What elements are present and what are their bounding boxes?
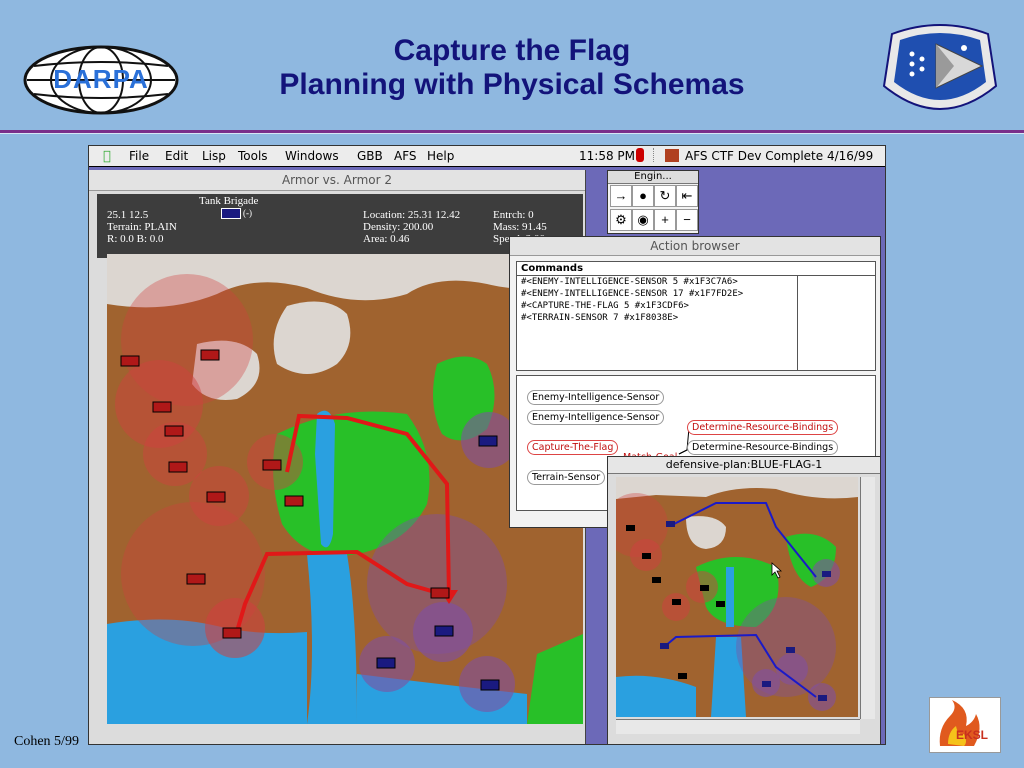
menu-lisp[interactable]: Lisp <box>202 149 226 163</box>
unit-location: Location: 25.31 12.42 <box>363 209 461 221</box>
defensive-plan-map[interactable] <box>616 477 858 717</box>
step-forward-icon[interactable]: → <box>610 185 632 207</box>
mac-screen:  File Edit Lisp Tools Windows GBB AFS H… <box>88 145 886 745</box>
engine-palette: Engin... → ● ↻ ⇤ ⚙ ◉ + − <box>607 170 699 234</box>
node-enemy-intelligence-sensor-1[interactable]: Enemy-Intelligence-Sensor <box>527 390 665 405</box>
air-force-lab-logo <box>878 14 1002 128</box>
unit-area: Area: 0.46 <box>363 233 410 245</box>
menu-app-title[interactable]: AFS CTF Dev Complete 4/16/99 <box>685 149 873 163</box>
defensive-plan-window: defensive-plan:BLUE-FLAG-1 <box>607 456 881 744</box>
command-item[interactable]: #<CAPTURE-THE-FLAG 5 #x1F3CDF6> <box>517 300 797 312</box>
loop-icon[interactable]: ↻ <box>654 185 676 207</box>
commands-pane: Commands #<ENEMY-INTELLIGENCE-SENSOR 5 #… <box>516 261 876 371</box>
node-terrain-sensor[interactable]: Terrain-Sensor <box>527 470 606 485</box>
inspector-icon[interactable]: ⚙ <box>610 209 632 231</box>
unit-terrain: Terrain: PLAIN <box>107 221 177 233</box>
defensive-plan-title[interactable]: defensive-plan:BLUE-FLAG-1 <box>608 457 880 474</box>
header-divider-highlight <box>0 133 1024 134</box>
vertical-scrollbar[interactable] <box>860 477 875 719</box>
node-enemy-intelligence-sensor-2[interactable]: Enemy-Intelligence-Sensor <box>527 410 665 425</box>
unit-rb: R: 0.0 B: 0.0 <box>107 233 164 245</box>
apple-menu-icon[interactable]:  <box>103 149 111 164</box>
app-icon[interactable] <box>665 149 679 162</box>
eksl-logo: EKSL <box>929 697 1001 753</box>
armor-window-title[interactable]: Armor vs. Armor 2 <box>89 170 585 191</box>
unit-entrch: Entrch: 0 <box>493 209 534 221</box>
node-determine-resource-bindings-1[interactable]: Determine-Resource-Bindings <box>687 420 839 435</box>
menu-help[interactable]: Help <box>427 149 454 163</box>
radar-icon[interactable]: ◉ <box>632 209 654 231</box>
engine-palette-title[interactable]: Engin... <box>608 171 698 184</box>
menu-separator <box>653 148 664 162</box>
menu-windows[interactable]: Windows <box>285 149 339 163</box>
eksl-logo-text: EKSL <box>956 728 989 742</box>
unit-density: Density: 200.00 <box>363 221 434 233</box>
horizontal-scrollbar[interactable] <box>616 719 860 734</box>
stop-icon[interactable]: ● <box>632 185 654 207</box>
command-item[interactable]: #<TERRAIN-SENSOR 7 #x1F8038E> <box>517 312 797 324</box>
unit-symbol-icon <box>221 208 241 219</box>
commands-list: #<ENEMY-INTELLIGENCE-SENSOR 5 #x1F3C7A6>… <box>517 276 798 370</box>
slide-title-line1: Capture the Flag <box>393 34 631 67</box>
slide-title-line2: Planning with Physical Schemas <box>279 68 745 101</box>
armor-window-bottom-bar <box>89 726 585 744</box>
rewind-icon[interactable]: ⇤ <box>676 185 698 207</box>
commands-label: Commands <box>517 262 875 276</box>
slide-footer: Cohen 5/99 <box>14 734 79 749</box>
menu-tools[interactable]: Tools <box>238 149 268 163</box>
slide-title: Capture the Flag Planning with Physical … <box>0 34 1024 102</box>
command-item[interactable]: #<ENEMY-INTELLIGENCE-SENSOR 5 #x1F3C7A6> <box>517 276 797 288</box>
menu-clock[interactable]: 11:58 PM <box>579 149 635 163</box>
command-item[interactable]: #<ENEMY-INTELLIGENCE-SENSOR 17 #x1F7FD2E… <box>517 288 797 300</box>
menu-edit[interactable]: Edit <box>165 149 188 163</box>
node-determine-resource-bindings-2[interactable]: Determine-Resource-Bindings <box>687 440 839 455</box>
unit-name: Tank Brigade <box>199 195 259 207</box>
unit-coords: 25.1 12.5 <box>107 209 149 221</box>
zoom-out-icon[interactable]: − <box>676 209 698 231</box>
action-browser-title[interactable]: Action browser <box>510 237 880 256</box>
menu-bar:  File Edit Lisp Tools Windows GBB AFS H… <box>89 146 885 167</box>
menu-gbb[interactable]: GBB <box>357 149 383 163</box>
unit-mass: Mass: 91.45 <box>493 221 547 233</box>
node-capture-the-flag[interactable]: Capture-The-Flag <box>527 440 619 455</box>
unit-tag: (-) <box>243 208 252 218</box>
menu-file[interactable]: File <box>129 149 149 163</box>
menu-afs[interactable]: AFS <box>394 149 417 163</box>
thermometer-icon <box>636 148 644 162</box>
zoom-in-icon[interactable]: + <box>654 209 676 231</box>
